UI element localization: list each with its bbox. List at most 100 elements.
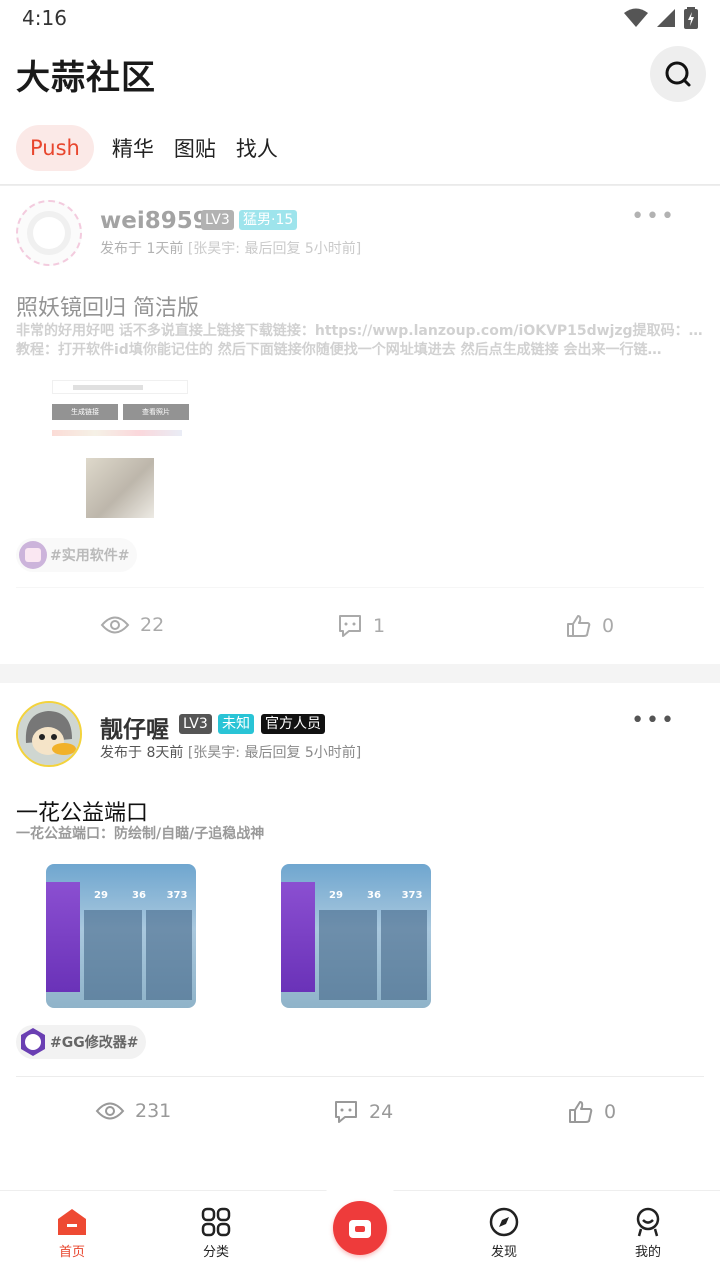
store-icon: [349, 1220, 371, 1238]
card-divider: [16, 587, 704, 588]
topic-icon: [21, 1028, 45, 1056]
post-card[interactable]: wei8959 LV3 猛男·15 发布于 1天前 [张昊宇: 最后回复 5小时…: [0, 186, 720, 664]
post-meta: 发布于 8天前 [张昊宇: 最后回复 5小时前]: [100, 742, 361, 762]
nav-category[interactable]: 分类: [176, 1207, 256, 1260]
level-badge: LV3: [201, 210, 234, 230]
image-panel: [381, 910, 427, 1000]
nav-discover-label: 发现: [490, 1245, 517, 1260]
topic-tag[interactable]: #GG修改器#: [16, 1025, 147, 1059]
post-title[interactable]: 一花公益端口: [16, 795, 148, 827]
app-title: 大蒜社区: [16, 58, 156, 98]
avatar-image: [18, 703, 80, 765]
tab-featured[interactable]: 精华: [110, 133, 156, 163]
views-count: 231: [135, 1100, 172, 1122]
image-url-strip: [52, 380, 188, 394]
avatar[interactable]: [16, 200, 82, 266]
wifi-icon: [624, 8, 648, 27]
avatar[interactable]: [16, 701, 82, 767]
post-image[interactable]: 29 36 373: [281, 864, 431, 1008]
more-options-button[interactable]: •••: [631, 708, 676, 733]
tab-find-people[interactable]: 找人: [234, 133, 280, 163]
image-panel: [84, 910, 142, 1000]
image-panel: [281, 882, 315, 992]
post-image[interactable]: 29 36 373: [46, 864, 196, 1008]
signal-icon: [657, 9, 675, 27]
comments-count: 24: [369, 1101, 394, 1123]
image-blur: [73, 385, 143, 390]
user-tag-badge: 未知: [218, 714, 254, 734]
post-feed[interactable]: wei8959 LV3 猛男·15 发布于 1天前 [张昊宇: 最后回复 5小时…: [0, 186, 720, 1190]
image-panel: [46, 882, 80, 992]
nav-home[interactable]: 首页: [32, 1207, 112, 1260]
image-stat: 373: [166, 890, 188, 901]
post-excerpt-line: 一花公益端口：防绘制/自瞄/子追稳战神: [16, 826, 265, 842]
topic-label: #GG修改器#: [50, 1035, 139, 1051]
thumbs-up-icon: [567, 615, 591, 637]
compass-icon: [489, 1207, 519, 1237]
eye-icon: [100, 616, 130, 634]
image-stat: 29: [94, 890, 108, 901]
nav-category-label: 分类: [202, 1245, 229, 1260]
thumbs-up-icon: [569, 1101, 593, 1123]
grid-icon: [201, 1207, 231, 1237]
level-badge: LV3: [179, 714, 212, 734]
last-reply: [张昊宇: 最后回复 5小时前]: [187, 745, 362, 761]
status-bar: 4:16: [0, 0, 720, 36]
image-photo: [86, 458, 154, 518]
image-blur: [52, 430, 182, 436]
views-stat[interactable]: 231: [95, 1100, 171, 1122]
post-username[interactable]: wei8959: [100, 208, 209, 234]
image-stat: 36: [132, 890, 146, 901]
tab-push[interactable]: Push: [16, 125, 94, 171]
views-stat[interactable]: 22: [100, 614, 164, 636]
image-button-view: 查看照片: [123, 404, 189, 420]
views-count: 22: [140, 614, 165, 636]
nav-profile[interactable]: 我的: [608, 1207, 688, 1260]
image-panel: [319, 910, 377, 1000]
bottom-nav: 首页 分类 发现 我的: [0, 1175, 720, 1280]
more-options-button[interactable]: •••: [631, 204, 676, 229]
feed-tabs: Push 精华 图贴 找人: [16, 125, 280, 171]
likes-count: 0: [602, 615, 615, 637]
image-stat: 373: [401, 890, 423, 901]
topic-tag[interactable]: #实用软件#: [16, 538, 138, 572]
card-divider: [16, 1076, 704, 1077]
image-panel: [146, 910, 192, 1000]
post-card[interactable]: 靓仔喔 LV3 未知 官方人员 发布于 8天前 [张昊宇: 最后回复 5小时前]…: [0, 683, 720, 1190]
likes-stat[interactable]: 0: [568, 1100, 616, 1124]
comments-stat[interactable]: 1: [337, 614, 385, 638]
nav-discover[interactable]: 发现: [464, 1207, 544, 1260]
likes-count: 0: [604, 1101, 617, 1123]
tab-images[interactable]: 图贴: [172, 133, 218, 163]
post-excerpt-line: 非常的好用好吧 话不多说直接上链接下载链接：https://wwp.lanzou…: [16, 323, 706, 339]
post-username[interactable]: 靓仔喔: [100, 710, 169, 744]
post-image[interactable]: 生成链接 查看照片: [46, 376, 194, 520]
avatar-image: [27, 211, 71, 255]
app-header: 大蒜社区: [0, 36, 720, 118]
topic-icon: [19, 541, 47, 569]
comments-count: 1: [373, 615, 386, 637]
eye-icon: [95, 1102, 125, 1120]
search-icon: [665, 61, 691, 87]
post-time: 发布于 8天前: [100, 745, 184, 761]
comment-icon: [335, 1101, 357, 1123]
nav-profile-label: 我的: [634, 1245, 661, 1260]
home-icon: [58, 1209, 86, 1235]
status-time: 4:16: [22, 6, 67, 30]
likes-stat[interactable]: 0: [566, 614, 614, 638]
last-reply: [张昊宇: 最后回复 5小时前]: [187, 241, 362, 257]
topic-label: #实用软件#: [50, 548, 130, 564]
battery-icon: [684, 7, 698, 29]
image-stat: 29: [329, 890, 343, 901]
comment-icon: [339, 615, 361, 637]
profile-icon: [636, 1207, 660, 1237]
comments-stat[interactable]: 24: [333, 1100, 393, 1124]
post-title[interactable]: 照妖镜回归 简洁版: [16, 290, 199, 322]
post-meta: 发布于 1天前 [张昊宇: 最后回复 5小时前]: [100, 238, 361, 258]
post-time: 发布于 1天前: [100, 241, 184, 257]
store-button[interactable]: [333, 1201, 387, 1255]
search-button[interactable]: [650, 46, 706, 102]
post-excerpt-line: 教程：打开软件id填你能记住的 然后下面链接你随便找一个网址填进去 然后点生成链…: [16, 342, 662, 358]
status-icons: [624, 7, 698, 29]
image-stat: 36: [367, 890, 381, 901]
